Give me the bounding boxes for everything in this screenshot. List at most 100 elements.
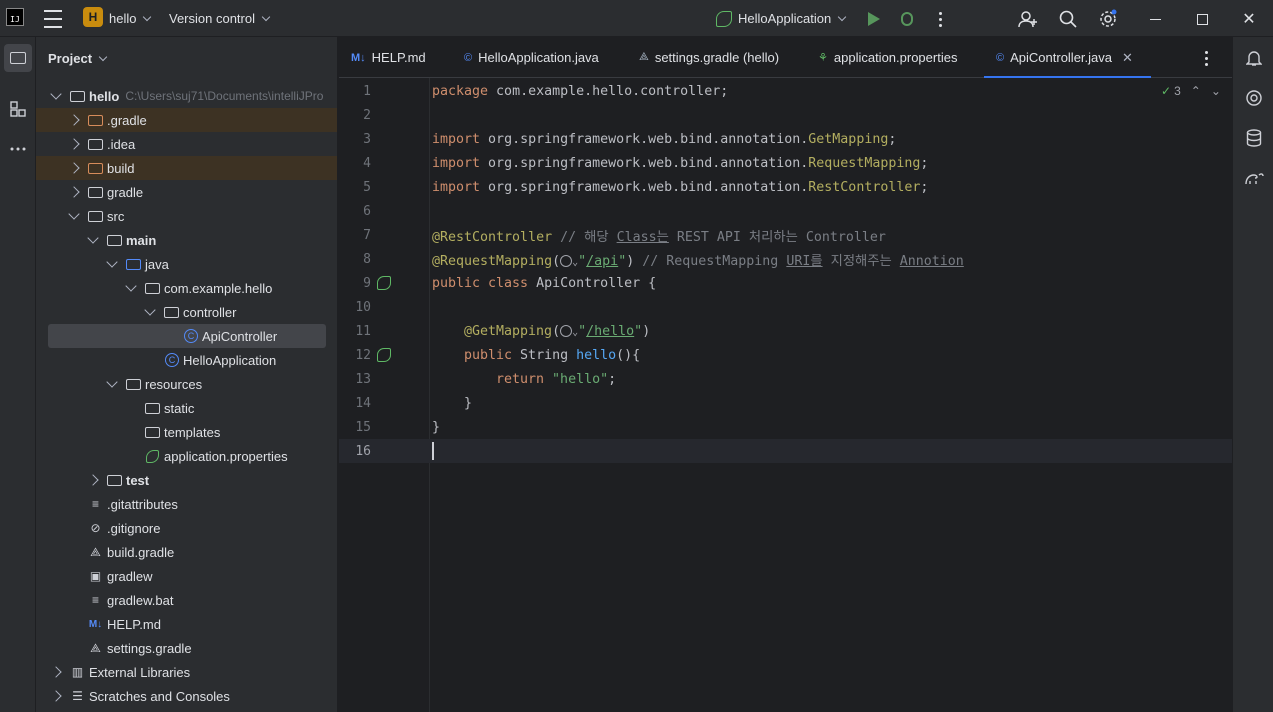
tree-item-main[interactable]: main <box>36 228 337 252</box>
tree-item-external-libraries[interactable]: ▥ External Libraries <box>36 660 337 684</box>
ai-assistant-button[interactable] <box>1243 87 1265 109</box>
tree-item-label: HELP.md <box>107 616 161 632</box>
project-path: C:\Users\suj71\Documents\intelliJPro <box>125 89 324 103</box>
tree-item-label: External Libraries <box>89 664 191 680</box>
tree-item-resources[interactable]: resources <box>36 372 337 396</box>
project-switcher[interactable]: hello <box>109 0 152 37</box>
tree-item-java[interactable]: java <box>36 252 337 276</box>
tree-item-label: settings.gradle <box>107 640 192 656</box>
tree-item-settings-gradle[interactable]: ⟁ settings.gradle <box>36 636 337 660</box>
spring-boot-class-icon: C <box>165 353 179 367</box>
tree-item-apicontroller[interactable]: C ApiController <box>48 324 326 348</box>
code-token: Class는 <box>616 229 669 245</box>
tree-item-test[interactable]: test <box>36 468 337 492</box>
web-globe-icon[interactable] <box>560 254 573 267</box>
gradle-icon: ⟁ <box>90 640 101 655</box>
code-with-me-button[interactable] <box>1018 9 1038 29</box>
folder-icon <box>88 186 103 198</box>
project-badge[interactable]: H <box>83 7 103 27</box>
tab-actions-button[interactable] <box>1205 49 1208 67</box>
code-token: // 해당 <box>552 229 617 245</box>
tree-item-scratches[interactable]: ☰ Scratches and Consoles <box>36 684 337 708</box>
main-menu-icon[interactable] <box>44 0 62 37</box>
tree-item-helloapplication[interactable]: C HelloApplication <box>36 348 337 372</box>
more-tool-windows-button[interactable] <box>4 135 32 163</box>
minimize-window-button[interactable] <box>1145 9 1165 29</box>
tab-apicontroller[interactable]: © ApiController.java ✕ <box>984 37 1151 79</box>
database-icon <box>1246 129 1262 147</box>
chevron-down-icon <box>261 12 271 21</box>
run-button[interactable] <box>864 9 884 29</box>
tree-item-build[interactable]: build <box>36 156 337 180</box>
maximize-window-button[interactable] <box>1192 9 1212 29</box>
tree-item-gitattributes[interactable]: ≡ .gitattributes <box>36 492 337 516</box>
project-view-selector[interactable]: Project <box>48 51 108 66</box>
database-button[interactable] <box>1243 127 1265 149</box>
tree-item-idea[interactable]: .idea <box>36 132 337 156</box>
close-window-button[interactable]: ✕ <box>1239 9 1259 29</box>
tree-item-gradlew-bat[interactable]: ≡ gradlew.bat <box>36 588 337 612</box>
code-token: @RequestMapping <box>432 253 553 269</box>
gradle-button[interactable] <box>1243 167 1265 189</box>
folder-icon <box>145 402 160 414</box>
tree-item-application-properties[interactable]: application.properties <box>36 444 337 468</box>
code-editor[interactable]: ✓ 3 ⌃ ⌄ 1 package com.example.hello.cont… <box>339 78 1232 712</box>
collapse-chevron-icon <box>68 138 80 150</box>
scratches-icon: ☰ <box>72 689 83 703</box>
code-line: 5 import org.springframework.web.bind.an… <box>339 175 1232 199</box>
tab-helloapplication[interactable]: © HelloApplication.java <box>464 37 599 78</box>
version-control-menu[interactable]: Version control <box>169 0 271 37</box>
tree-item-gradle-dir[interactable]: .gradle <box>36 108 337 132</box>
expand-chevron-icon <box>144 304 156 316</box>
tab-application-properties[interactable]: ⚘ application.properties <box>818 37 957 78</box>
close-tab-icon[interactable]: ✕ <box>1122 50 1133 66</box>
project-tool-button[interactable] <box>4 44 32 72</box>
code-line: 9 public class ApiController { <box>339 271 1232 295</box>
title-bar: IJ H hello Version control HelloApplicat… <box>0 0 1273 37</box>
structure-tool-button[interactable] <box>4 95 32 123</box>
spring-bean-gutter-icon[interactable] <box>377 276 391 290</box>
ide-settings-button[interactable] <box>1098 9 1118 29</box>
line-number: 16 <box>355 443 371 459</box>
search-everywhere-button[interactable] <box>1058 9 1078 29</box>
tree-item-hello-root[interactable]: hello C:\Users\suj71\Documents\intelliJP… <box>36 84 337 108</box>
project-name: hello <box>109 11 137 26</box>
tree-item-templates[interactable]: templates <box>36 420 337 444</box>
notifications-button[interactable] <box>1243 47 1265 69</box>
tree-item-package[interactable]: com.example.hello <box>36 276 337 300</box>
more-actions-button[interactable] <box>930 9 950 29</box>
ai-assistant-icon <box>1246 90 1262 106</box>
tree-item-controller[interactable]: controller <box>36 300 337 324</box>
folder-icon <box>145 426 160 438</box>
code-token: package <box>432 83 489 99</box>
request-mapping-gutter-icon[interactable] <box>377 348 391 362</box>
tree-item-src[interactable]: src <box>36 204 337 228</box>
line-number: 6 <box>363 203 371 219</box>
tree-item-label: .gitignore <box>107 520 161 536</box>
add-user-icon <box>1018 11 1037 28</box>
tab-label: settings.gradle (hello) <box>654 50 780 65</box>
line-number: 4 <box>363 155 371 171</box>
line-number: 8 <box>363 251 371 267</box>
tree-item-static[interactable]: static <box>36 396 337 420</box>
tab-settings-gradle[interactable]: ⟁ settings.gradle (hello) <box>639 37 779 78</box>
tree-item-gradlew[interactable]: ▣ gradlew <box>36 564 337 588</box>
tree-item-build-gradle[interactable]: ⟁ build.gradle <box>36 540 337 564</box>
line-number: 10 <box>355 299 371 315</box>
excluded-folder-icon <box>88 114 103 126</box>
code-token: // RequestMapping <box>634 253 787 269</box>
text-file-icon: ≡ <box>91 497 99 511</box>
collapse-chevron-icon <box>87 474 99 486</box>
web-globe-icon[interactable] <box>560 324 573 337</box>
code-token: import <box>432 155 481 171</box>
tab-help-md[interactable]: M↓ HELP.md <box>351 37 426 78</box>
tree-item-gitignore[interactable]: ⊘ .gitignore <box>36 516 337 540</box>
debug-button[interactable] <box>897 9 917 29</box>
code-token: ApiController { <box>528 275 657 291</box>
run-configuration-selector[interactable]: HelloApplication <box>716 0 847 37</box>
code-token: " <box>578 253 587 269</box>
gradle-icon: ⟁ <box>90 544 101 559</box>
tree-item-gradle[interactable]: gradle <box>36 180 337 204</box>
chevron-down-icon <box>837 12 847 21</box>
tree-item-help-md[interactable]: M↓ HELP.md <box>36 612 337 636</box>
